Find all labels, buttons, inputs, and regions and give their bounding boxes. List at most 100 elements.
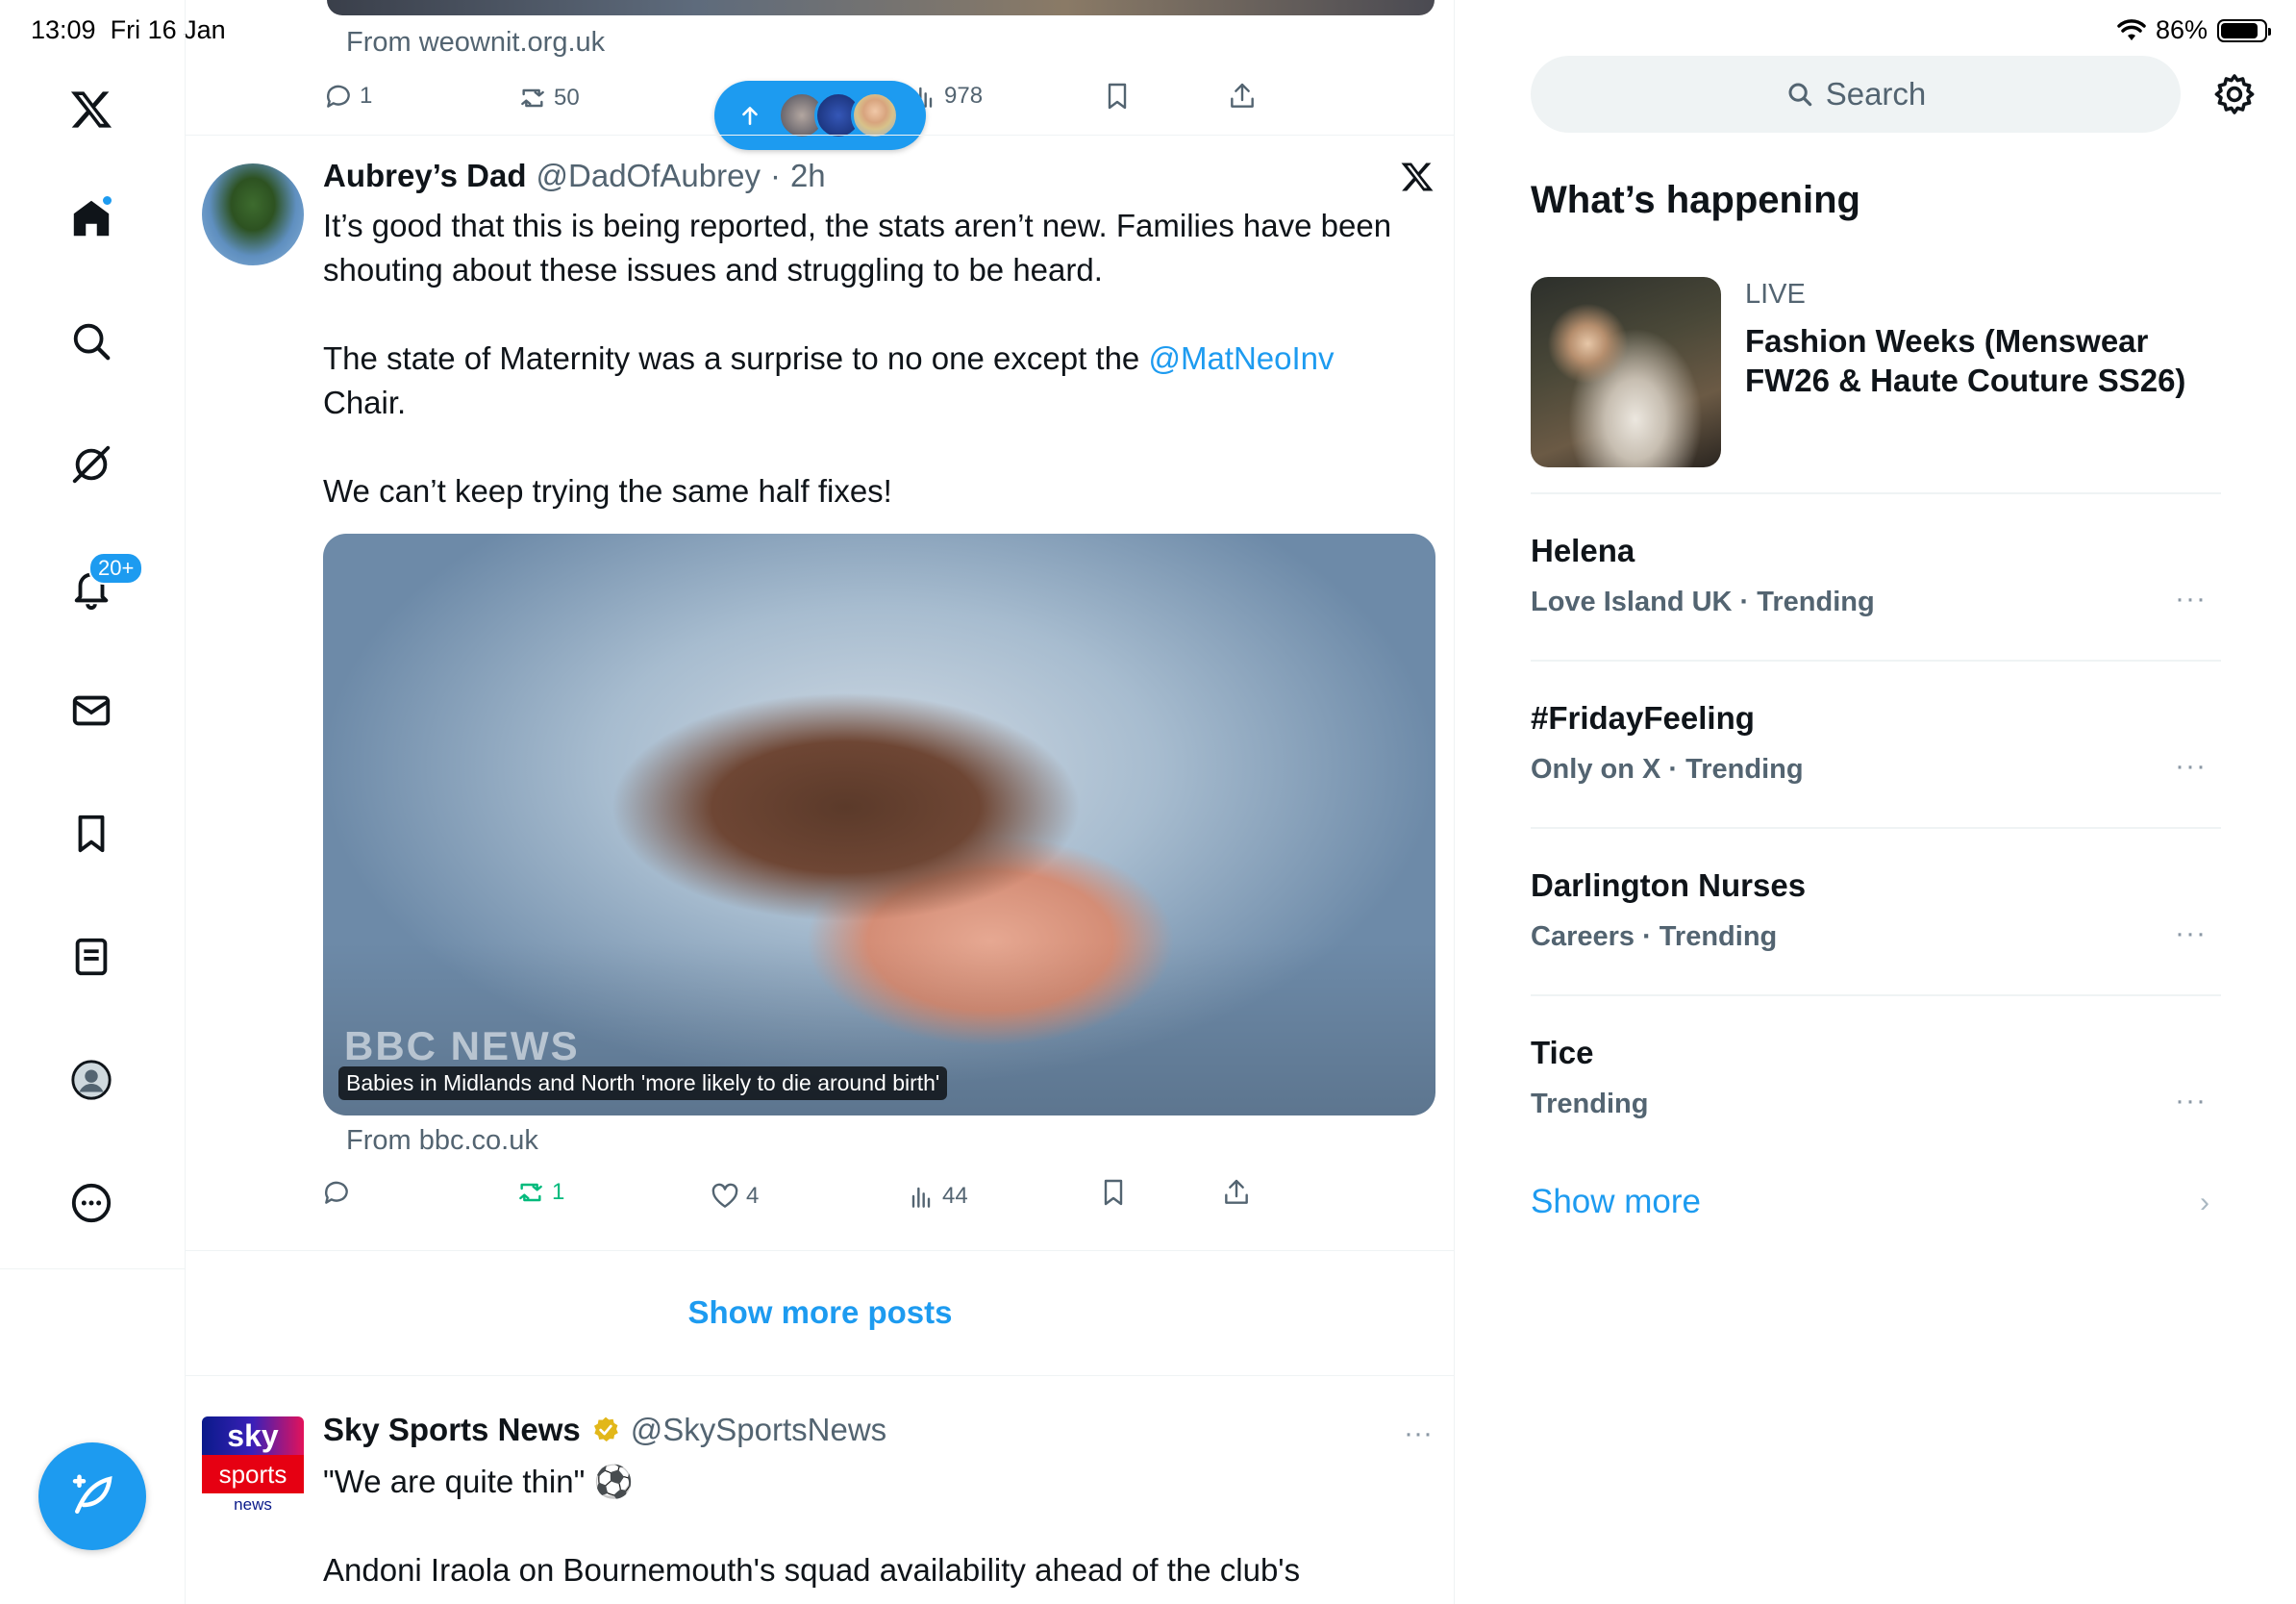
reply-icon bbox=[324, 1181, 348, 1204]
like-button[interactable]: 4 bbox=[710, 1181, 759, 1212]
live-label: LIVE bbox=[1745, 279, 1806, 310]
live-event-thumbnail[interactable] bbox=[1531, 277, 1721, 467]
trend-more-icon[interactable]: ··· bbox=[2175, 750, 2207, 783]
search-icon[interactable] bbox=[62, 312, 121, 371]
pill-avatar bbox=[851, 91, 899, 139]
repost-icon bbox=[521, 88, 544, 108]
post-paragraph: It’s good that this is being reported, t… bbox=[323, 208, 1392, 288]
next-post-paragraph: Andoni Iraola on Bournemouth's squad ava… bbox=[323, 1552, 1301, 1588]
mention-link[interactable]: @MatNeoInv bbox=[1148, 340, 1334, 376]
left-nav: 20+ bbox=[0, 0, 186, 1269]
trend-more-icon[interactable]: ··· bbox=[2175, 583, 2207, 615]
trend-name[interactable]: #FridayFeeling bbox=[1531, 700, 1755, 737]
post-body: It’s good that this is being reported, t… bbox=[323, 204, 1438, 514]
trend-divider bbox=[1531, 827, 2221, 829]
trend-meta: Only on X · Trending bbox=[1531, 754, 1804, 785]
trend-name[interactable]: Darlington Nurses bbox=[1531, 867, 1806, 904]
sky-logo-text: sky bbox=[202, 1416, 304, 1455]
grok-icon[interactable] bbox=[62, 435, 121, 494]
trend-meta: Trending bbox=[1531, 1089, 1649, 1119]
trend-divider bbox=[1531, 660, 2221, 662]
trend-name[interactable]: Tice bbox=[1531, 1035, 1593, 1071]
news-logo-text: news bbox=[234, 1495, 272, 1514]
show-more-posts-button[interactable]: Show more posts bbox=[186, 1250, 1455, 1375]
previous-post-media[interactable] bbox=[327, 0, 1435, 15]
share-icon bbox=[1231, 83, 1254, 108]
previous-reply-button[interactable]: 1 bbox=[323, 81, 372, 112]
trend-divider bbox=[1531, 492, 2221, 494]
views-button[interactable]: 44 bbox=[906, 1181, 968, 1212]
compose-feather-icon bbox=[72, 1474, 112, 1514]
media-caption: Babies in Midlands and North 'more likel… bbox=[338, 1066, 948, 1100]
compose-post-button[interactable] bbox=[38, 1442, 146, 1550]
post-separator: · bbox=[769, 158, 781, 193]
post-source[interactable]: From bbc.co.uk bbox=[346, 1125, 538, 1157]
x-close-icon[interactable] bbox=[1400, 160, 1435, 194]
search-input[interactable]: Search bbox=[1531, 56, 2181, 133]
previous-post-source[interactable]: From weownit.org.uk bbox=[346, 27, 605, 59]
settings-gear-icon[interactable] bbox=[2211, 71, 2258, 117]
views-icon bbox=[911, 1187, 931, 1208]
repost-button[interactable]: 1 bbox=[515, 1177, 564, 1208]
bbc-news-watermark: BBC NEWS bbox=[344, 1023, 580, 1068]
home-unread-dot bbox=[101, 194, 113, 207]
next-post-author-name[interactable]: Sky Sports News bbox=[323, 1412, 581, 1448]
whats-happening-title: What’s happening bbox=[1531, 179, 1860, 221]
post-media-card[interactable]: BBC NEWS Babies in Midlands and North 'm… bbox=[323, 534, 1435, 1115]
trend-more-icon[interactable]: ··· bbox=[2175, 917, 2207, 950]
previous-repost-button[interactable]: 50 bbox=[517, 83, 580, 113]
live-event-title[interactable]: Fashion Weeks (Menswear FW26 & Haute Cou… bbox=[1745, 321, 2226, 400]
x-logo-icon[interactable] bbox=[62, 80, 121, 139]
battery-percent: 86% bbox=[2155, 15, 2208, 44]
trend-name[interactable]: Helena bbox=[1531, 533, 1635, 569]
notifications-icon[interactable]: 20+ bbox=[62, 552, 144, 617]
search-icon bbox=[1788, 83, 1811, 107]
next-post-body: "We are quite thin" ⚽ Andoni Iraola on B… bbox=[323, 1460, 1438, 1592]
search-placeholder: Search bbox=[1825, 76, 1927, 112]
show-more-link[interactable]: Show more bbox=[1531, 1183, 1701, 1221]
post-divider bbox=[186, 135, 1455, 136]
reply-button[interactable] bbox=[321, 1177, 352, 1208]
bookmark-icon bbox=[1104, 1179, 1123, 1206]
previous-bookmark-button[interactable] bbox=[1102, 81, 1133, 112]
bookmark-button[interactable] bbox=[1098, 1177, 1129, 1208]
sky-sports-avatar[interactable]: sky sports news bbox=[202, 1416, 304, 1518]
post-divider bbox=[186, 1375, 1455, 1376]
battery-icon bbox=[2217, 18, 2271, 42]
post-paragraph: The state of Maternity was a surprise to… bbox=[323, 340, 1335, 420]
share-button[interactable] bbox=[1221, 1177, 1252, 1208]
notifications-badge: 20+ bbox=[88, 552, 144, 585]
profile-avatar-icon[interactable] bbox=[62, 1050, 121, 1110]
status-indicators: 86% bbox=[2117, 15, 2271, 45]
previous-share-button[interactable] bbox=[1227, 81, 1258, 112]
arrow-up-icon bbox=[742, 107, 758, 125]
trend-meta: Careers · Trending bbox=[1531, 921, 1778, 952]
trend-more-icon[interactable]: ··· bbox=[2175, 1085, 2207, 1117]
share-icon bbox=[1225, 1179, 1248, 1204]
more-options-icon[interactable] bbox=[62, 1173, 121, 1233]
bookmark-icon bbox=[1108, 83, 1127, 110]
chevron-right-icon: › bbox=[2200, 1187, 2209, 1218]
heart-icon bbox=[711, 1183, 738, 1208]
post-author-avatar[interactable] bbox=[202, 163, 304, 265]
next-post-paragraph: "We are quite thin" ⚽ bbox=[323, 1464, 634, 1499]
post-more-icon[interactable]: ··· bbox=[1404, 1417, 1433, 1450]
messages-icon[interactable] bbox=[62, 681, 121, 740]
verified-badge-icon bbox=[593, 1416, 618, 1441]
sports-logo-text: sports bbox=[202, 1455, 304, 1493]
wifi-icon bbox=[2117, 18, 2146, 40]
trend-meta: Love Island UK · Trending bbox=[1531, 587, 1875, 617]
post-author-handle[interactable]: @DadOfAubrey bbox=[537, 158, 761, 194]
new-posts-pill[interactable] bbox=[714, 81, 926, 150]
next-post-header: Sky Sports News @SkySportsNews bbox=[323, 1412, 886, 1448]
home-icon[interactable] bbox=[62, 188, 121, 248]
post-time[interactable]: 2h bbox=[790, 158, 826, 194]
post-author-name[interactable]: Aubrey’s Dad bbox=[323, 158, 527, 194]
post-header: Aubrey’s Dad @DadOfAubrey · 2h bbox=[323, 158, 826, 194]
bookmarks-icon[interactable] bbox=[62, 804, 121, 864]
reply-icon bbox=[326, 85, 350, 108]
post-paragraph: We can’t keep trying the same half fixes… bbox=[323, 473, 892, 509]
trend-divider bbox=[1531, 994, 2221, 996]
next-post-author-handle[interactable]: @SkySportsNews bbox=[631, 1412, 886, 1448]
lists-icon[interactable] bbox=[62, 927, 121, 987]
